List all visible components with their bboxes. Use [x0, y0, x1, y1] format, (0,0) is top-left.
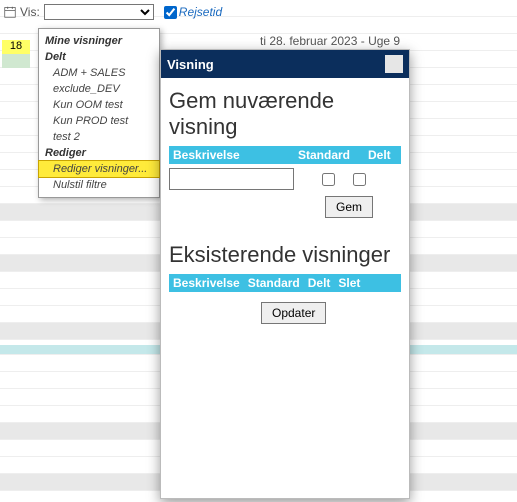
calendar-day[interactable]: 18	[2, 40, 30, 54]
calendar-cell[interactable]	[2, 54, 30, 68]
col-beskrivelse: Beskrivelse	[169, 146, 294, 164]
existing-heading: Eksisterende visninger	[169, 242, 401, 268]
table-header-existing: Beskrivelse Standard Delt Slet	[169, 274, 401, 292]
panel-title: Visning	[167, 57, 214, 72]
dropdown-item[interactable]: ADM + SALES	[39, 65, 159, 81]
col-delt: Delt	[364, 146, 395, 164]
visning-panel: Visning Gem nuværende visning Beskrivels…	[160, 49, 410, 499]
calendar-icon	[4, 6, 16, 18]
rejsetid-label: Rejsetid	[179, 5, 222, 19]
dropdown-item-edit-views[interactable]: Rediger visninger...	[39, 161, 159, 177]
save-heading: Gem nuværende visning	[169, 88, 401, 140]
standard-checkbox[interactable]	[322, 173, 335, 186]
beskrivelse-input[interactable]	[169, 168, 294, 190]
vis-label: Vis:	[20, 5, 40, 19]
rejsetid-checkbox[interactable]	[164, 6, 177, 19]
col-standard2: Standard	[244, 274, 304, 292]
date-header: ti 28. februar 2023 - Uge 9	[260, 34, 400, 48]
vis-select[interactable]	[44, 4, 154, 20]
col-delt2: Delt	[304, 274, 335, 292]
col-standard: Standard	[294, 146, 364, 164]
gem-button[interactable]: Gem	[325, 196, 373, 218]
dropdown-item[interactable]: Kun OOM test	[39, 97, 159, 113]
dropdown-group-delt: Delt	[39, 49, 159, 65]
close-icon[interactable]	[385, 55, 403, 73]
dropdown-item[interactable]: exclude_DEV	[39, 81, 159, 97]
opdater-button[interactable]: Opdater	[261, 302, 326, 324]
table-header: Beskrivelse Standard Delt	[169, 146, 401, 164]
dropdown-item[interactable]: Kun PROD test	[39, 113, 159, 129]
views-dropdown: Mine visninger Delt ADM + SALES exclude_…	[38, 28, 160, 198]
dropdown-group-rediger: Rediger	[39, 145, 159, 161]
delt-checkbox[interactable]	[353, 173, 366, 186]
dropdown-item-reset-filters[interactable]: Nulstil filtre	[39, 177, 159, 193]
col-beskrivelse2: Beskrivelse	[169, 274, 244, 292]
dropdown-group-mine: Mine visninger	[39, 33, 159, 49]
dropdown-item[interactable]: test 2	[39, 129, 159, 145]
col-slet: Slet	[334, 274, 364, 292]
